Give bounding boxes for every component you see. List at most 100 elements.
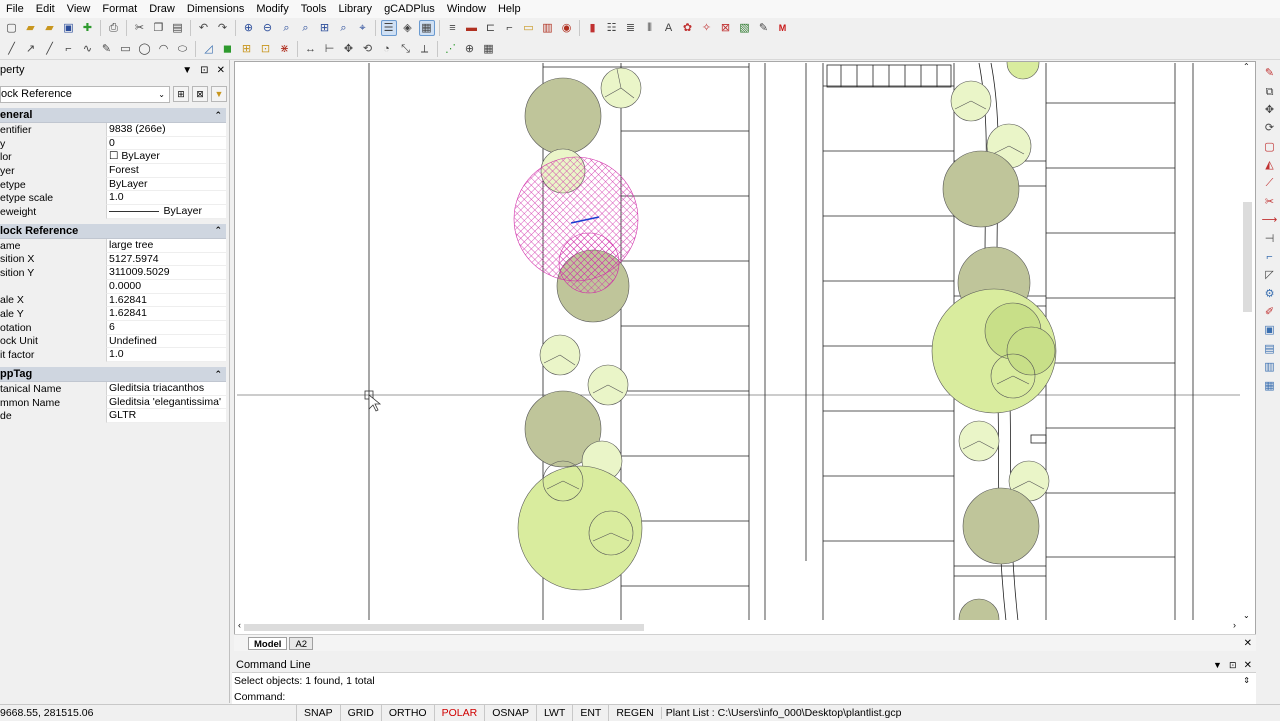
menu-draw[interactable]: Draw bbox=[143, 0, 181, 18]
menu-modify[interactable]: Modify bbox=[250, 0, 294, 18]
prop-value[interactable]: 9838 (266e) bbox=[106, 123, 226, 137]
insert-block-icon[interactable]: ⊞ bbox=[239, 41, 255, 57]
history-scroll-icon[interactable]: ⇕ bbox=[1243, 673, 1250, 689]
chamfer-icon[interactable]: ◸ bbox=[1262, 267, 1278, 283]
panel-menu-icon[interactable]: ▼ bbox=[1213, 660, 1222, 670]
prop-value-lineweight[interactable]: ByLayer bbox=[106, 205, 226, 219]
line-weight-icon[interactable]: ≡ bbox=[445, 20, 461, 36]
undo-icon[interactable]: ↶ bbox=[196, 20, 212, 36]
properties-icon[interactable]: ☰ bbox=[380, 20, 397, 36]
open-folder-icon[interactable]: ▰ bbox=[23, 20, 39, 36]
circle-icon[interactable]: ◯ bbox=[137, 41, 153, 57]
prop-value[interactable]: large tree bbox=[106, 238, 226, 253]
section-apptag[interactable]: ppTag ⌃ bbox=[0, 367, 226, 382]
explode-icon[interactable]: ⚙ bbox=[1262, 286, 1278, 302]
list-icon[interactable]: ☷ bbox=[604, 20, 620, 36]
scroll-left-icon[interactable]: ‹ bbox=[238, 620, 241, 630]
trim-icon[interactable]: ✂ bbox=[1262, 194, 1278, 210]
zoom-extents-icon[interactable]: ⊞ bbox=[317, 20, 333, 36]
prop-value[interactable]: 1.0 bbox=[106, 191, 226, 206]
section-general[interactable]: eneral ⌃ bbox=[0, 108, 226, 123]
prop-value[interactable]: GLTR bbox=[106, 409, 226, 424]
region-icon[interactable]: ◼ bbox=[220, 41, 236, 57]
menu-file[interactable]: File bbox=[0, 0, 30, 18]
xline-icon[interactable]: ╱ bbox=[42, 41, 58, 57]
copy-object-icon[interactable]: ⧉ bbox=[1262, 84, 1278, 100]
erase-icon[interactable]: ✎ bbox=[1262, 65, 1278, 81]
zoom-realtime-icon[interactable]: ⌕ bbox=[279, 20, 295, 36]
new-file-icon[interactable]: ▢ bbox=[4, 20, 20, 36]
view-icon[interactable]: ▦ bbox=[418, 20, 435, 36]
move-icon[interactable]: ✥ bbox=[341, 41, 357, 57]
vertical-scroll-thumb[interactable] bbox=[1243, 202, 1252, 312]
print-icon[interactable]: ⎙ bbox=[106, 20, 122, 36]
fill-icon[interactable]: ▬ bbox=[464, 20, 480, 36]
ent-toggle[interactable]: ENT bbox=[572, 704, 608, 721]
chart-icon[interactable]: ▮ bbox=[585, 20, 601, 36]
offset-icon[interactable]: ⟋ bbox=[1262, 175, 1278, 191]
grid-toggle[interactable]: GRID bbox=[339, 704, 381, 721]
prop-value[interactable]: 311009.5029 bbox=[106, 266, 226, 280]
osnap-toggle[interactable]: OSNAP bbox=[484, 704, 536, 721]
pan-icon[interactable]: ⌖ bbox=[355, 20, 371, 36]
edit-text-icon[interactable]: ✐ bbox=[1262, 304, 1278, 320]
scroll-down-icon[interactable]: ⌄ bbox=[1243, 611, 1250, 620]
pin-icon[interactable]: ⊡ bbox=[200, 65, 208, 76]
planting-plan-drawing[interactable] bbox=[235, 62, 1256, 635]
menu-gcadplus[interactable]: gCADPlus bbox=[378, 0, 441, 18]
scroll-right-icon[interactable]: › bbox=[1233, 620, 1236, 630]
prop-value[interactable]: ☐ ByLayer bbox=[106, 150, 226, 165]
menu-dimensions[interactable]: Dimensions bbox=[181, 0, 250, 18]
snap-icon[interactable]: ⋰ bbox=[443, 41, 459, 57]
corner-icon[interactable]: ⌐ bbox=[502, 20, 518, 36]
regen-toggle[interactable]: REGEN bbox=[608, 704, 660, 721]
paste-icon[interactable]: ▤ bbox=[170, 20, 186, 36]
menu-view[interactable]: View bbox=[61, 0, 97, 18]
prop-value[interactable]: Gleditsia 'elegantissima' bbox=[106, 395, 226, 410]
scale-icon[interactable]: ◔ bbox=[379, 41, 395, 57]
close-icon[interactable]: ✕ bbox=[1244, 660, 1252, 671]
edit-icon[interactable]: ✎ bbox=[756, 20, 772, 36]
rotate-icon[interactable]: ⟳ bbox=[1262, 120, 1278, 136]
columns-icon[interactable]: ⦀ bbox=[642, 20, 658, 36]
prop-value[interactable]: 0 bbox=[106, 136, 226, 151]
pin-icon[interactable]: ◉ bbox=[559, 20, 575, 36]
ray-icon[interactable]: ↗ bbox=[23, 41, 39, 57]
polar-toggle[interactable]: POLAR bbox=[433, 704, 485, 721]
snap-toggle[interactable]: SNAP bbox=[296, 704, 340, 721]
pin-icon[interactable]: ⊡ bbox=[1229, 660, 1237, 670]
selection-type-dropdown[interactable]: ock Reference ⌄ bbox=[0, 85, 170, 103]
menu-edit[interactable]: Edit bbox=[30, 0, 61, 18]
menu-format[interactable]: Format bbox=[96, 0, 143, 18]
redo-icon[interactable]: ↷ bbox=[215, 20, 231, 36]
zoom-in-icon[interactable]: ⊕ bbox=[241, 20, 257, 36]
join-icon[interactable]: ▥ bbox=[1262, 359, 1278, 375]
extend-icon[interactable]: ⟶ bbox=[1262, 212, 1278, 228]
polyline-icon[interactable]: ⌐ bbox=[61, 41, 77, 57]
mirror-icon[interactable]: ◭ bbox=[1262, 157, 1278, 173]
dimension-icon[interactable]: ↔ bbox=[303, 41, 319, 57]
ortho-toggle[interactable]: ORTHO bbox=[380, 704, 434, 721]
menu-library[interactable]: Library bbox=[332, 0, 378, 18]
door-icon[interactable]: ▭ bbox=[521, 20, 537, 36]
text-style-icon[interactable]: A bbox=[661, 20, 677, 36]
stretch-icon[interactable]: ⤡ bbox=[398, 41, 414, 57]
prop-value[interactable]: 5127.5974 bbox=[106, 252, 226, 267]
prop-value[interactable]: Gleditsia triacanthos bbox=[106, 382, 226, 396]
drawing-canvas[interactable] bbox=[234, 61, 1256, 635]
make-block-icon[interactable]: ⊡ bbox=[258, 41, 274, 57]
menu-window[interactable]: Window bbox=[441, 0, 492, 18]
prop-value[interactable]: 6 bbox=[106, 320, 226, 335]
prop-value[interactable]: 1.62841 bbox=[106, 307, 226, 321]
tab-model[interactable]: Model bbox=[248, 636, 288, 650]
quick-select-icon[interactable]: ▼ bbox=[211, 86, 227, 102]
vertical-scrollbar[interactable]: ⌃ ⌄ bbox=[1240, 62, 1255, 620]
arc-icon[interactable]: ◠ bbox=[156, 41, 172, 57]
scale-icon[interactable]: ▢ bbox=[1262, 139, 1278, 155]
save-icon[interactable]: ▣ bbox=[61, 20, 77, 36]
plant-icon[interactable]: ✿ bbox=[680, 20, 696, 36]
zoom-out-icon[interactable]: ⊖ bbox=[260, 20, 276, 36]
spline-icon[interactable]: ∿ bbox=[80, 41, 96, 57]
move-icon[interactable]: ✥ bbox=[1262, 102, 1278, 118]
layer-icon[interactable]: ◈ bbox=[400, 20, 416, 36]
